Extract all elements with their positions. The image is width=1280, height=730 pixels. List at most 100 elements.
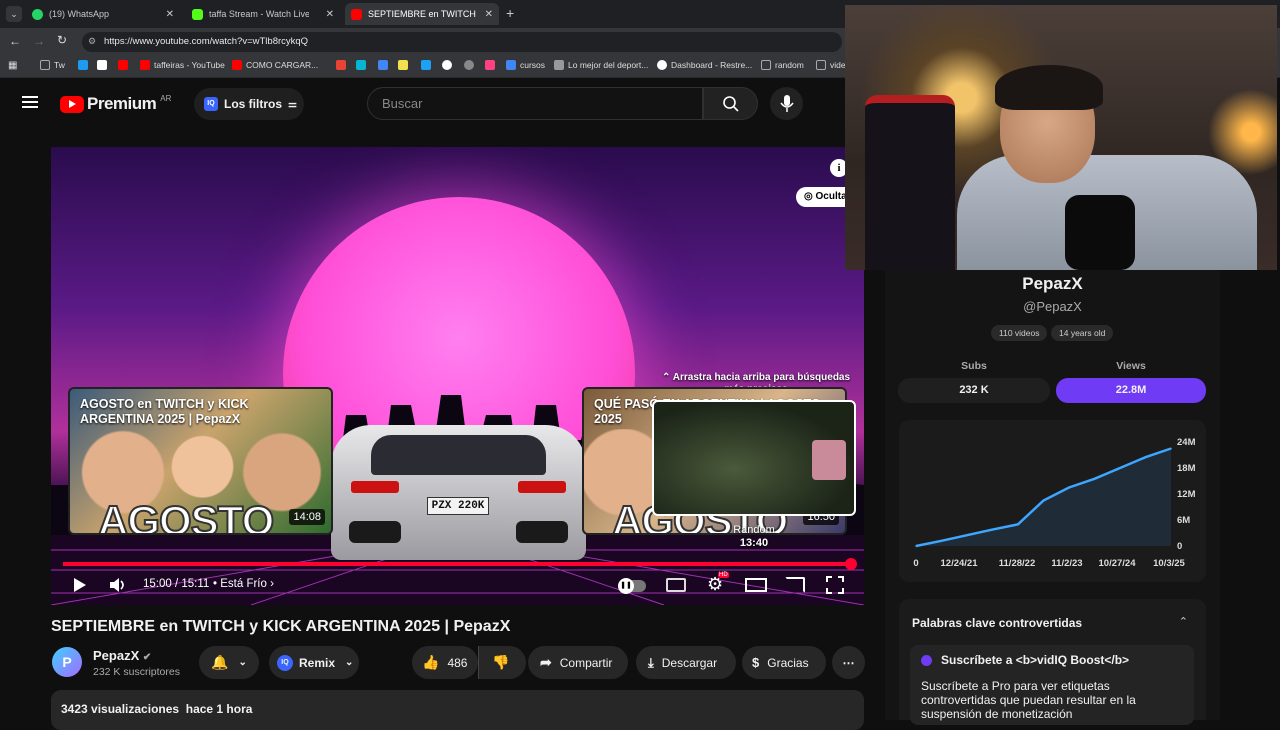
data-point (991, 528, 994, 531)
boost-text: Suscríbete a Pro para ver etiquetas cont… (921, 679, 1136, 721)
apps-icon[interactable]: ▦ (8, 60, 17, 71)
seek-tooltip-time: 13:40 (739, 537, 769, 549)
volume-icon (110, 578, 124, 592)
search-button[interactable] (703, 87, 758, 120)
bookmark-folder-tw[interactable]: Tw (40, 60, 65, 70)
progress-bar[interactable] (63, 562, 853, 566)
bookmark-cursos[interactable]: cursos (506, 60, 545, 70)
video-player[interactable]: PZX 220K i ◎ Oculta AGOSTO en TWITCH y K… (51, 147, 864, 605)
youtube-logo[interactable]: Premium AR (60, 94, 171, 114)
more-actions-button[interactable]: ⋯ (832, 646, 865, 679)
thumbs-up-icon: 👍 (422, 654, 440, 670)
x-tick-label: 11/28/22 (999, 558, 1035, 569)
settings-icon[interactable]: ⚙ HD (707, 572, 729, 595)
like-button[interactable]: 👍 486 (412, 646, 478, 679)
bookmark-drive[interactable] (378, 60, 392, 70)
video-count-chip: 110 videos (991, 325, 1048, 341)
remix-button[interactable]: IQ Remix ⌄ (269, 646, 359, 679)
tab-list-button[interactable]: ⌄ (6, 6, 22, 22)
endscreen-video-1-duration: 14:08 (289, 509, 325, 525)
chapter-button[interactable]: • Está Frío › (213, 578, 274, 590)
x-tick-label: 10/3/25 (1153, 558, 1185, 569)
data-point (1093, 478, 1096, 480)
bookmark-gray[interactable] (464, 60, 478, 70)
voice-search-button[interactable] (770, 87, 803, 120)
bookmark-blue[interactable] (421, 60, 435, 70)
tab-youtube[interactable]: SEPTIEMBRE en TWITCH y KICK ✕ (345, 3, 499, 25)
vidiq-icon (921, 655, 932, 666)
play-button[interactable] (73, 577, 87, 598)
chevron-up-icon: ⌃ (661, 372, 671, 383)
streamer-webcam (845, 5, 1277, 270)
bookmark-pink[interactable] (485, 60, 499, 70)
bookmark-gmail[interactable] (336, 60, 350, 70)
dislike-button[interactable]: 👎 (478, 646, 526, 679)
tab-whatsapp[interactable]: (19) WhatsApp ✕ (26, 3, 180, 25)
url-field[interactable]: ⚙ https://www.youtube.com/watch?v=wTlb8r… (82, 32, 842, 52)
bookmark-folder-vide[interactable]: vide (816, 60, 846, 70)
vidiq-icon: IQ (204, 97, 218, 111)
endscreen-video-1[interactable]: AGOSTO en TWITCH y KICK ARGENTINA 2025 |… (68, 387, 333, 535)
download-button[interactable]: ⤓ Descargar (636, 646, 736, 679)
vidiq-filters-button[interactable]: IQ Los filtros ⚌ (194, 88, 304, 120)
bookmark-como-cargar[interactable]: COMO CARGAR... (232, 60, 318, 70)
close-icon[interactable]: ✕ (326, 9, 334, 20)
notifications-button[interactable]: 🔔 ⌄ (199, 646, 259, 679)
kick-icon (192, 8, 203, 20)
tab-kick[interactable]: taffa Stream - Watch Live o ✕ (186, 3, 340, 25)
restream-icon (657, 60, 667, 70)
bookmark-deporte[interactable]: Lo mejor del deport... (554, 60, 648, 70)
search-input[interactable]: Buscar (367, 87, 703, 120)
y-tick-label: 12M (1177, 489, 1196, 500)
forward-icon[interactable]: → (33, 34, 45, 48)
theater-mode-icon[interactable] (745, 578, 767, 592)
bookmark-white[interactable] (442, 60, 456, 70)
channel-age-chip: 14 years old (1051, 325, 1114, 341)
circle-icon (442, 60, 452, 70)
youtube-icon (351, 8, 362, 20)
new-tab-button[interactable]: + (506, 5, 514, 21)
channel-avatar[interactable]: P (52, 647, 82, 677)
bookmark-taffeiras[interactable]: taffeiras - YouTube (140, 60, 225, 70)
seek-preview (652, 400, 856, 516)
bookmark-youtube[interactable] (118, 60, 132, 70)
close-icon[interactable]: ✕ (485, 9, 493, 20)
bookmark-twitter[interactable] (78, 60, 92, 70)
views-tab[interactable]: 22.8M (1056, 378, 1206, 403)
boost-box[interactable]: Suscríbete a <b>vidIQ Boost</b> Suscríbe… (910, 645, 1194, 725)
subs-tab[interactable]: 232 K (898, 378, 1050, 403)
close-icon[interactable]: ✕ (166, 9, 174, 20)
data-point (1017, 523, 1019, 526)
bookmark-p[interactable] (356, 60, 370, 70)
eye-off-icon: ◎ (804, 191, 813, 202)
back-icon[interactable]: ← (9, 34, 21, 48)
bookmark-folder-random[interactable]: random (761, 60, 804, 70)
bookmark-dashboard[interactable]: Dashboard - Restre... (657, 60, 752, 70)
description-box[interactable]: 3423 visualizaciones hace 1 hora (51, 690, 864, 730)
thanks-button[interactable]: $ Gracias (742, 646, 826, 679)
youtube-icon (118, 60, 128, 70)
thanks-icon: $ (752, 655, 760, 670)
bookmark-yellow[interactable] (398, 60, 412, 70)
controversial-keywords-card: Palabras clave controvertidas ⌃ Suscríbe… (899, 599, 1206, 725)
share-icon: ➦ (540, 654, 552, 670)
share-button[interactable]: ➦ Compartir (528, 646, 628, 679)
bookmark-tiktok[interactable] (97, 60, 111, 70)
drive-icon (378, 60, 388, 70)
reload-icon[interactable]: ↻ (57, 33, 67, 47)
collapse-icon[interactable]: ⌃ (1179, 615, 1188, 628)
subtitles-icon[interactable] (666, 578, 686, 592)
channel-name[interactable]: PepazX ✔ (93, 648, 151, 663)
fullscreen-icon[interactable] (826, 576, 844, 594)
data-point (915, 545, 917, 547)
site-info-icon[interactable]: ⚙ (88, 36, 96, 47)
volume-button[interactable] (109, 576, 127, 599)
chevron-down-icon: ⌄ (345, 657, 354, 668)
data-point (1068, 486, 1070, 489)
y-tick-label: 24M (1177, 437, 1196, 448)
autoplay-toggle[interactable]: ❚❚ (618, 578, 646, 594)
video-title: SEPTIEMBRE en TWITCH y KICK ARGENTINA 20… (51, 618, 511, 635)
progress-scrubber[interactable] (845, 558, 857, 570)
menu-icon[interactable] (22, 96, 38, 108)
cast-icon[interactable] (785, 577, 805, 593)
